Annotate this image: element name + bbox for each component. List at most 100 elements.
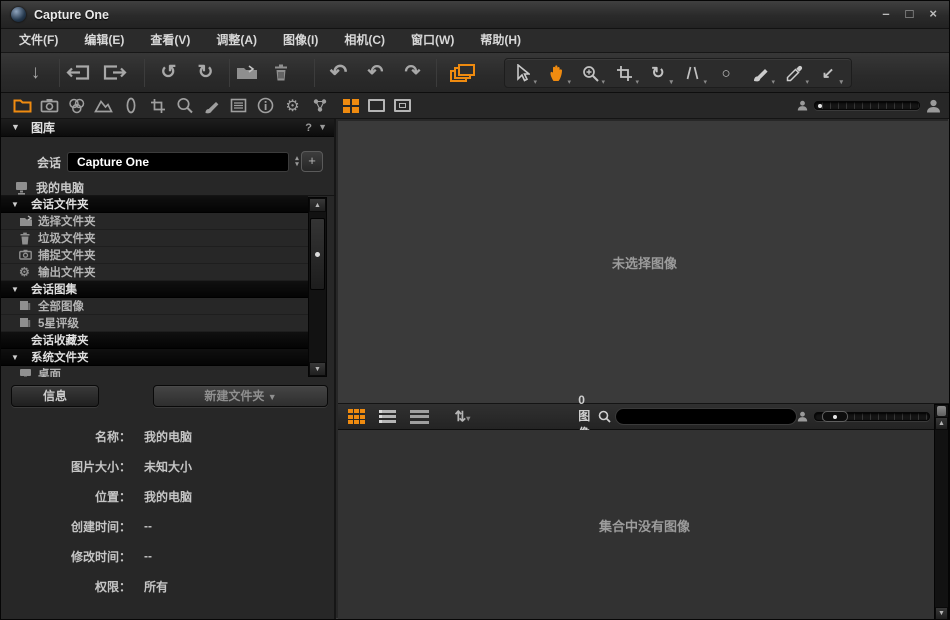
thumbnail-size-slider[interactable] [814, 412, 930, 421]
viewer-area: 未选择图像 [338, 121, 950, 403]
tab-library-folder-icon[interactable] [9, 94, 36, 118]
info-row-modified: 修改时间： -- [1, 541, 334, 571]
tree-item-output-folder[interactable]: ⚙ 输出文件夹 [1, 264, 308, 281]
scroll-up-button[interactable]: ▲ [935, 417, 948, 430]
straighten-tool[interactable]: ▾ [675, 59, 709, 87]
new-folder-button[interactable]: 新建文件夹 ▼ [153, 385, 328, 407]
scroll-track[interactable] [935, 430, 948, 607]
tree-item-five-star[interactable]: 5星评级 [1, 315, 308, 332]
tree-item-all-images[interactable]: 全部图像 [1, 298, 308, 315]
minimize-button[interactable]: – [882, 6, 889, 22]
tab-capture-camera-icon[interactable] [36, 94, 63, 118]
tree-group-session-folders[interactable]: ▼ 会话文件夹 [1, 196, 308, 213]
tree-scrollbar[interactable]: ▲ ▼ [308, 197, 327, 377]
tab-metadata-list-icon[interactable] [225, 94, 252, 118]
single-view-button[interactable] [368, 99, 385, 112]
scroll-down-button[interactable]: ▼ [935, 607, 948, 620]
panel-title: 图库 [31, 120, 55, 137]
tree-group-session-albums[interactable]: ▼ 会话图集 [1, 281, 308, 298]
gear-icon: ⚙ [19, 266, 33, 279]
app-logo-icon [11, 7, 26, 22]
maximize-button[interactable]: □ [906, 6, 914, 22]
toolbar-divider [314, 59, 315, 87]
tree-group-session-favorites[interactable]: 会话收藏夹 [1, 332, 308, 349]
menu-adjust[interactable]: 调整(A) [203, 29, 270, 52]
toolbar-divider [436, 59, 437, 87]
crop-tool[interactable]: ▾ [607, 59, 641, 87]
trash-icon[interactable] [272, 63, 309, 82]
tab-exposure-curve-icon[interactable] [90, 94, 117, 118]
close-button[interactable]: × [929, 6, 937, 22]
sort-button[interactable]: ⇅▾ [455, 408, 471, 425]
browser-scrollbar[interactable]: ▲ ▼ [934, 404, 949, 620]
help-icon[interactable]: ? [305, 120, 312, 137]
tree-item-selects-folder[interactable]: 选择文件夹 [1, 213, 308, 230]
menubar: 文件(F) 编辑(E) 查看(V) 调整(A) 图像(I) 相机(C) 窗口(W… [1, 29, 949, 53]
move-to-folder-icon[interactable] [235, 64, 272, 81]
session-select[interactable]: Capture One ▴▾ [67, 152, 289, 172]
tab-details-magnifier-icon[interactable] [171, 94, 198, 118]
export-from-box-icon[interactable] [102, 64, 139, 81]
scroll-track[interactable] [309, 212, 326, 362]
undo-icon[interactable]: ↶ [357, 54, 394, 92]
import-to-box-icon[interactable] [65, 64, 102, 81]
album-icon [19, 300, 33, 313]
chevron-down-icon[interactable]: ▼ [11, 200, 19, 209]
viewer-zoom-slider[interactable] [814, 101, 920, 110]
slider-thumb[interactable] [822, 411, 848, 422]
tab-crop-icon[interactable] [144, 94, 171, 118]
scroll-down-button[interactable]: ▼ [309, 362, 326, 376]
apply-adjustments-tool[interactable]: ↙▾ [811, 59, 845, 87]
spot-removal-tool[interactable]: ○ [709, 59, 743, 87]
select-tool[interactable]: ▾ [505, 59, 539, 87]
tool-tabs-bar: ⚙ [1, 93, 949, 119]
tab-adjustments-brush-icon[interactable] [198, 94, 225, 118]
tree-item-capture-folder[interactable]: 捕捉文件夹 [1, 247, 308, 264]
menu-camera[interactable]: 相机(C) [331, 29, 398, 52]
brush-tool[interactable]: ▾ [743, 59, 777, 87]
collapse-icon[interactable]: ▼ [11, 119, 20, 136]
tab-info-icon[interactable] [252, 94, 279, 118]
copy-adjustments-icon[interactable] [450, 64, 476, 82]
rotate-ccw-icon[interactable]: ↺ [150, 54, 187, 92]
import-icon[interactable]: ↓ [17, 54, 54, 92]
my-computer-item[interactable]: 我的电脑 [15, 179, 84, 196]
menu-file[interactable]: 文件(F) [6, 29, 71, 52]
browser-list-view-button[interactable] [379, 410, 396, 423]
menu-edit[interactable]: 编辑(E) [71, 29, 137, 52]
tree-item-trash-folder[interactable]: 垃圾文件夹 [1, 230, 308, 247]
library-panel-header[interactable]: ▼ 图库 ? ▼ [1, 119, 334, 137]
tool-tabs: ⚙ [1, 93, 336, 118]
scroll-up-button[interactable]: ▲ [309, 198, 326, 212]
add-session-button[interactable]: + [301, 151, 323, 172]
tab-color-wheels-icon[interactable] [63, 94, 90, 118]
splitter-handle[interactable] [937, 406, 946, 416]
panel-menu-icon[interactable]: ▼ [318, 119, 327, 136]
rotate-cw-icon[interactable]: ↻ [187, 54, 224, 92]
tab-settings-gear-icon[interactable]: ⚙ [279, 94, 306, 118]
undo-all-icon[interactable]: ↶ [320, 54, 357, 92]
multi-view-button[interactable] [343, 99, 359, 113]
menu-image[interactable]: 图像(I) [270, 29, 331, 52]
rotate-tool[interactable]: ↻▾ [641, 59, 675, 87]
chevron-down-icon[interactable]: ▼ [11, 353, 19, 362]
scroll-thumb[interactable] [310, 218, 325, 290]
redo-icon[interactable]: ↷ [394, 54, 431, 92]
browser-filmstrip-view-button[interactable] [410, 410, 429, 424]
menu-window[interactable]: 窗口(W) [398, 29, 467, 52]
zoom-tool[interactable]: ▾ [573, 59, 607, 87]
search-input[interactable] [615, 408, 797, 425]
info-button[interactable]: 信息 [11, 385, 99, 407]
tree-group-system-folders[interactable]: ▼ 系统文件夹 [1, 349, 308, 366]
pan-hand-tool[interactable]: ▾ [539, 59, 573, 87]
proof-view-button[interactable] [394, 99, 411, 112]
tab-output-process-icon[interactable] [306, 94, 333, 118]
browser-grid-view-button[interactable] [348, 409, 365, 424]
titlebar: Capture One – □ × [1, 1, 949, 29]
menu-help[interactable]: 帮助(H) [467, 29, 534, 52]
chevron-down-icon[interactable]: ▼ [11, 285, 19, 294]
color-picker-tool[interactable]: ▾ [777, 59, 811, 87]
tab-lens-icon[interactable] [117, 94, 144, 118]
tree-item-desktop[interactable]: 桌面 [1, 366, 308, 377]
menu-view[interactable]: 查看(V) [137, 29, 203, 52]
